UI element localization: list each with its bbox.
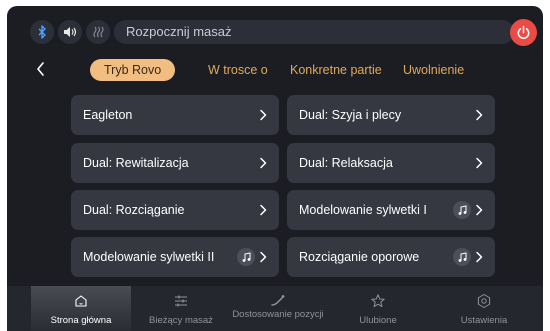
chevron-right-icon — [476, 251, 483, 263]
nav-position-adjust[interactable]: Dostosowanie pozycji — [228, 286, 328, 331]
program-label: Dual: Rewitalizacja — [83, 156, 189, 170]
chevron-right-icon — [476, 157, 483, 169]
chevron-right-icon — [260, 204, 267, 216]
top-bar: Rozpocznij masaż — [7, 6, 543, 54]
chevron-right-icon — [476, 204, 483, 216]
program-card[interactable]: Dual: Relaksacja — [287, 143, 495, 183]
chevron-right-icon — [260, 109, 267, 121]
power-icon — [517, 25, 530, 39]
tab-uwolnienie[interactable]: Uwolnienie — [403, 59, 464, 81]
power-button[interactable] — [510, 19, 537, 46]
star-icon — [371, 294, 385, 308]
nav-favorites[interactable]: Ulubione — [328, 286, 428, 331]
tab-tryb-rovo[interactable]: Tryb Rovo — [90, 59, 176, 81]
bluetooth-icon[interactable] — [30, 20, 54, 44]
chevron-right-icon — [260, 251, 267, 263]
program-card[interactable]: Dual: Szyja i plecy — [287, 95, 495, 135]
music-icon — [237, 248, 255, 266]
program-card[interactable]: Eagleton — [71, 95, 279, 135]
recline-icon — [271, 295, 285, 306]
chevron-right-icon — [260, 157, 267, 169]
tab-w-trosce-o[interactable]: W trosce o — [208, 59, 268, 81]
program-label: Dual: Rozciąganie — [83, 203, 185, 217]
tab-konkretne-partie[interactable]: Konkretne partie — [290, 59, 382, 81]
nav-settings[interactable]: Ustawienia — [434, 286, 534, 331]
chevron-right-icon — [476, 109, 483, 121]
music-icon — [453, 248, 471, 266]
volume-icon[interactable] — [58, 20, 82, 44]
program-card[interactable]: Modelowanie sylwetki II — [71, 237, 279, 277]
program-label: Dual: Relaksacja — [299, 156, 393, 170]
gear-icon — [477, 294, 491, 308]
sliders-icon — [175, 295, 187, 307]
back-icon[interactable] — [33, 59, 49, 79]
music-icon — [453, 201, 471, 219]
program-label: Rozciąganie oporowe — [299, 250, 420, 264]
heat-icon[interactable] — [86, 20, 110, 44]
nav-current-massage[interactable]: Bieżący masaż — [131, 286, 231, 331]
nav-label: Dostosowanie pozycji — [232, 309, 324, 320]
nav-label: Ulubione — [359, 315, 397, 326]
nav-label: Bieżący masaż — [149, 315, 213, 326]
massage-chair-screen: Rozpocznij masaż Tryb Rovo W trosce o Ko… — [7, 6, 543, 331]
nav-label: Strona główna — [50, 315, 112, 326]
home-icon — [75, 295, 87, 307]
bottom-navigation: Strona główna Bieżący masaż Dostosowanie… — [7, 286, 543, 331]
start-massage-bar[interactable]: Rozpocznij masaż — [114, 20, 514, 44]
program-card[interactable]: Modelowanie sylwetki I — [287, 190, 495, 230]
program-card[interactable]: Dual: Rewitalizacja — [71, 143, 279, 183]
program-label: Dual: Szyja i plecy — [299, 108, 402, 122]
program-card[interactable]: Rozciąganie oporowe — [287, 237, 495, 277]
nav-label: Ustawienia — [460, 315, 508, 326]
program-card[interactable]: Dual: Rozciąganie — [71, 190, 279, 230]
program-label: Modelowanie sylwetki I — [299, 203, 427, 217]
program-label: Modelowanie sylwetki II — [83, 250, 215, 264]
nav-home[interactable]: Strona główna — [31, 286, 131, 331]
program-label: Eagleton — [83, 108, 133, 122]
